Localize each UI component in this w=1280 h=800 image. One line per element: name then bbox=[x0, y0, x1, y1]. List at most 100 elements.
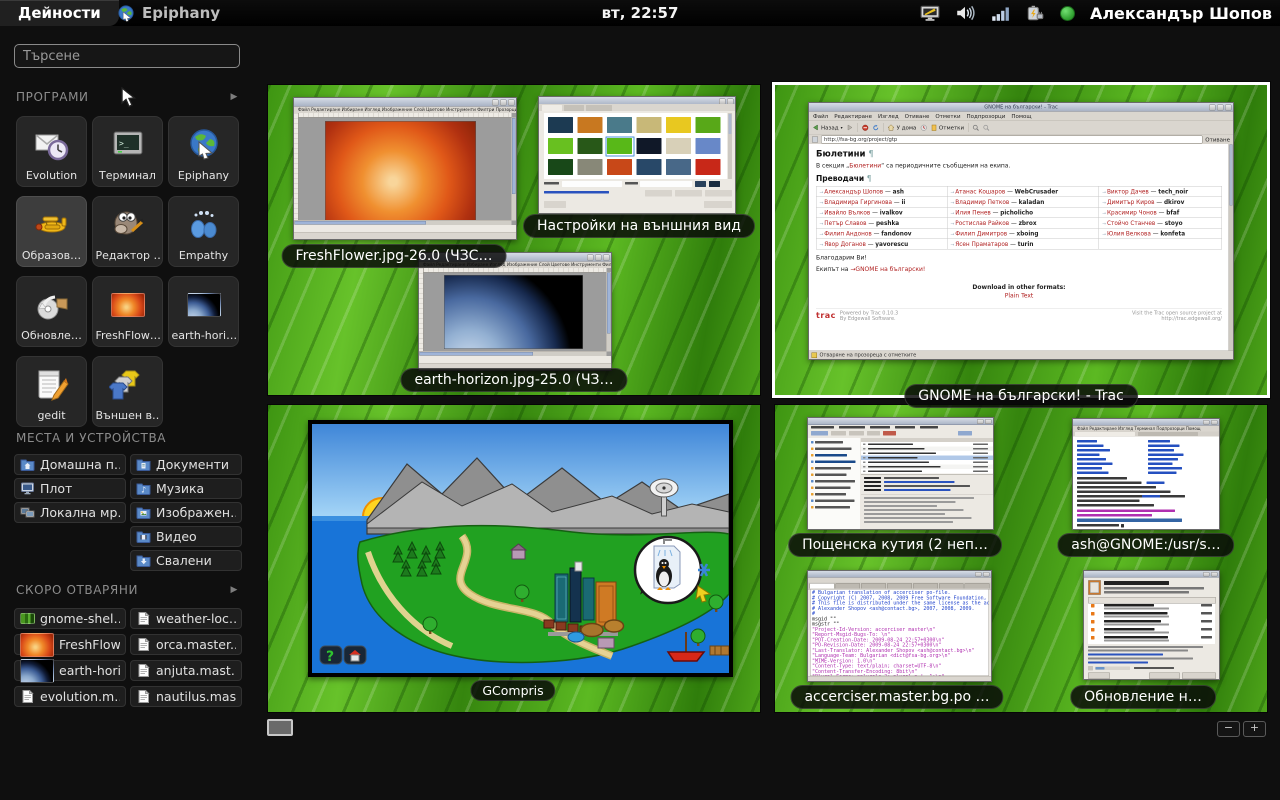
display-icon[interactable] bbox=[920, 3, 940, 23]
editor-tab[interactable] bbox=[965, 583, 990, 589]
user-menu[interactable]: Александър Шопов bbox=[1090, 4, 1272, 23]
app-tile-empathy[interactable]: Empathy bbox=[168, 196, 239, 267]
window-evolution-mail[interactable] bbox=[807, 417, 994, 530]
translator-name-link[interactable]: Атанас Кошаров bbox=[955, 188, 1005, 195]
app-tile-freshflow-[interactable]: FreshFlow… bbox=[92, 276, 163, 347]
programs-expand-arrow-icon[interactable]: ▶ bbox=[230, 92, 238, 102]
recent-item[interactable]: nautilus.mas… bbox=[130, 686, 242, 707]
translator-name-link[interactable]: Виктор Дачев bbox=[1107, 188, 1149, 195]
activities-button[interactable]: Дейности bbox=[0, 0, 119, 26]
editor-tab[interactable] bbox=[810, 583, 835, 589]
workspace-zoom-in-button[interactable]: + bbox=[1243, 721, 1266, 737]
bookmarks-button[interactable]: Отметки bbox=[931, 124, 964, 131]
app-tile-earth-hori-[interactable]: earth-hori… bbox=[168, 276, 239, 347]
window-update-manager[interactable] bbox=[1083, 570, 1220, 680]
app-menu-button[interactable]: Epiphany bbox=[116, 0, 220, 26]
translator-name-link[interactable]: Димитър Киров bbox=[1107, 199, 1155, 206]
app-tile-обновле-[interactable]: Обновле… bbox=[16, 276, 87, 347]
place-item[interactable]: Домашна п… bbox=[14, 454, 126, 475]
browser-menu-подпрозорци[interactable]: Подпрозорци bbox=[967, 113, 1006, 120]
app-tile-терминал[interactable]: >_Терминал bbox=[92, 116, 163, 187]
place-item[interactable]: Документи bbox=[130, 454, 242, 475]
place-item[interactable]: Видео bbox=[130, 526, 242, 547]
browser-menu-отметки[interactable]: Отметки bbox=[935, 113, 960, 120]
window-label[interactable]: GCompris bbox=[470, 680, 555, 701]
window-label[interactable]: FreshFlower.jpg-26.0 (ЧЗС… bbox=[282, 244, 507, 268]
back-button[interactable]: Назад▾ bbox=[812, 124, 843, 131]
window-gimp-freshflower[interactable]: Файл Редактиране Избиране Изглед Изображ… bbox=[293, 97, 517, 240]
browser-scrollbar[interactable] bbox=[1229, 144, 1234, 351]
translator-name-link[interactable]: Александър Шопов bbox=[824, 188, 883, 195]
recent-item[interactable]: FreshFlower… bbox=[14, 634, 126, 655]
translator-name-link[interactable]: Владимира Гиргинова bbox=[824, 199, 892, 206]
window-label[interactable]: GNOME на български! - Trac bbox=[904, 384, 1138, 408]
volume-icon[interactable] bbox=[955, 3, 975, 23]
network-signal-icon[interactable] bbox=[990, 3, 1010, 23]
translator-name-link[interactable]: Владимир Петков bbox=[955, 199, 1009, 206]
translator-name-link[interactable]: Ивайло Вълков bbox=[824, 209, 870, 216]
translator-name-link[interactable]: Явор Доганов bbox=[824, 241, 866, 248]
window-appearance-settings[interactable] bbox=[538, 96, 736, 214]
forward-arrow-icon[interactable] bbox=[847, 124, 854, 131]
browser-menu-помощ[interactable]: Помощ bbox=[1011, 113, 1031, 120]
recent-item[interactable]: anjuta.mast… bbox=[130, 660, 242, 681]
translator-name-link[interactable]: Юлия Велкова bbox=[1107, 230, 1151, 237]
editor-tab[interactable] bbox=[913, 583, 938, 589]
url-input[interactable]: http://fsa-bg.org/project/gtp bbox=[821, 136, 1202, 144]
workspace-bottom-right[interactable]: Файл Редактиране Изглед Терминал Подпроз… bbox=[775, 405, 1267, 712]
recent-item[interactable]: orca.master.… bbox=[130, 634, 242, 655]
place-item[interactable]: Свалени bbox=[130, 550, 242, 571]
bulletins-link[interactable]: Бюлетини bbox=[849, 162, 881, 169]
app-tile-gedit[interactable]: gedit bbox=[16, 356, 87, 427]
battery-icon[interactable] bbox=[1025, 3, 1045, 23]
window-label[interactable]: earth-horizon.jpg-25.0 (ЧЗ… bbox=[400, 368, 627, 392]
translator-name-link[interactable]: Ясен Праматаров bbox=[955, 241, 1008, 248]
home-button[interactable]: У дома bbox=[888, 124, 917, 131]
selected-wallpaper-thumb[interactable] bbox=[606, 137, 635, 157]
app-tile-epiphany[interactable]: Epiphany bbox=[168, 116, 239, 187]
editor-tab[interactable] bbox=[835, 583, 860, 589]
search-input[interactable]: Търсене bbox=[14, 44, 240, 68]
translator-name-link[interactable]: Стойчо Станчев bbox=[1107, 220, 1155, 227]
place-item[interactable]: Изображен… bbox=[130, 502, 242, 523]
browser-menu-изглед[interactable]: Изглед bbox=[878, 113, 899, 120]
window-label[interactable]: accerciser.master.bg.po … bbox=[790, 685, 1003, 709]
app-tile-образов-[interactable]: Образов… bbox=[16, 196, 87, 267]
place-item[interactable]: Локална мр… bbox=[14, 502, 126, 523]
recent-item[interactable]: earth-horizo… bbox=[14, 660, 126, 681]
gnome-bg-link[interactable]: →GNOME на български! bbox=[850, 266, 925, 273]
window-label[interactable]: Настройки на външния вид bbox=[523, 214, 755, 238]
editor-tab[interactable] bbox=[887, 583, 912, 589]
recent-item[interactable]: evolution.m… bbox=[14, 686, 126, 707]
window-po-editor[interactable]: # Bulgarian translation of accerciser po… bbox=[807, 570, 992, 682]
recent-item[interactable]: weather-loc… bbox=[130, 608, 242, 629]
zoom-in-icon[interactable] bbox=[973, 124, 980, 131]
stop-icon[interactable] bbox=[862, 124, 869, 131]
go-button[interactable]: Отиване bbox=[1205, 136, 1230, 143]
translator-name-link[interactable]: Филип Андонов bbox=[824, 230, 872, 237]
recent-item[interactable]: gnome-shel… bbox=[14, 608, 126, 629]
window-gcompris[interactable]: ? bbox=[308, 420, 733, 677]
browser-menu-отиване[interactable]: Отиване bbox=[905, 113, 930, 120]
window-gimp-earth-horizon[interactable]: Файл Редактиране Избиране Изглед Изображ… bbox=[418, 252, 612, 371]
window-label[interactable]: Обновление н… bbox=[1070, 685, 1216, 709]
app-tile-evolution[interactable]: Evolution bbox=[16, 116, 87, 187]
recent-expand-arrow-icon[interactable]: ▶ bbox=[230, 585, 238, 595]
translator-name-link[interactable]: Петър Славов bbox=[824, 220, 866, 227]
translator-name-link[interactable]: Филип Димитров bbox=[955, 230, 1007, 237]
workspace-top-right-active[interactable]: GNOME на български! - Trac ФайлРедактира… bbox=[772, 82, 1270, 398]
place-item[interactable]: ♪Музика bbox=[130, 478, 242, 499]
reload-icon[interactable] bbox=[873, 124, 880, 131]
browser-menu-файл[interactable]: Файл bbox=[813, 113, 828, 120]
window-label[interactable]: ash@GNOME:/usr/s… bbox=[1057, 533, 1234, 557]
translator-name-link[interactable]: Красимир Чонов bbox=[1107, 209, 1157, 216]
workspace-top-left[interactable]: Файл Редактиране Избиране Изглед Изображ… bbox=[268, 85, 760, 395]
workspace-add-indicator[interactable] bbox=[267, 719, 293, 736]
workspace-zoom-out-button[interactable]: − bbox=[1217, 721, 1240, 737]
history-icon[interactable] bbox=[920, 124, 927, 131]
editor-tab[interactable] bbox=[939, 583, 964, 589]
zoom-out-icon[interactable] bbox=[983, 124, 990, 131]
editor-tab[interactable] bbox=[861, 583, 886, 589]
window-epiphany-trac[interactable]: GNOME на български! - Trac ФайлРедактира… bbox=[808, 102, 1234, 360]
workspace-bottom-left[interactable]: ? GCompris bbox=[268, 405, 760, 712]
